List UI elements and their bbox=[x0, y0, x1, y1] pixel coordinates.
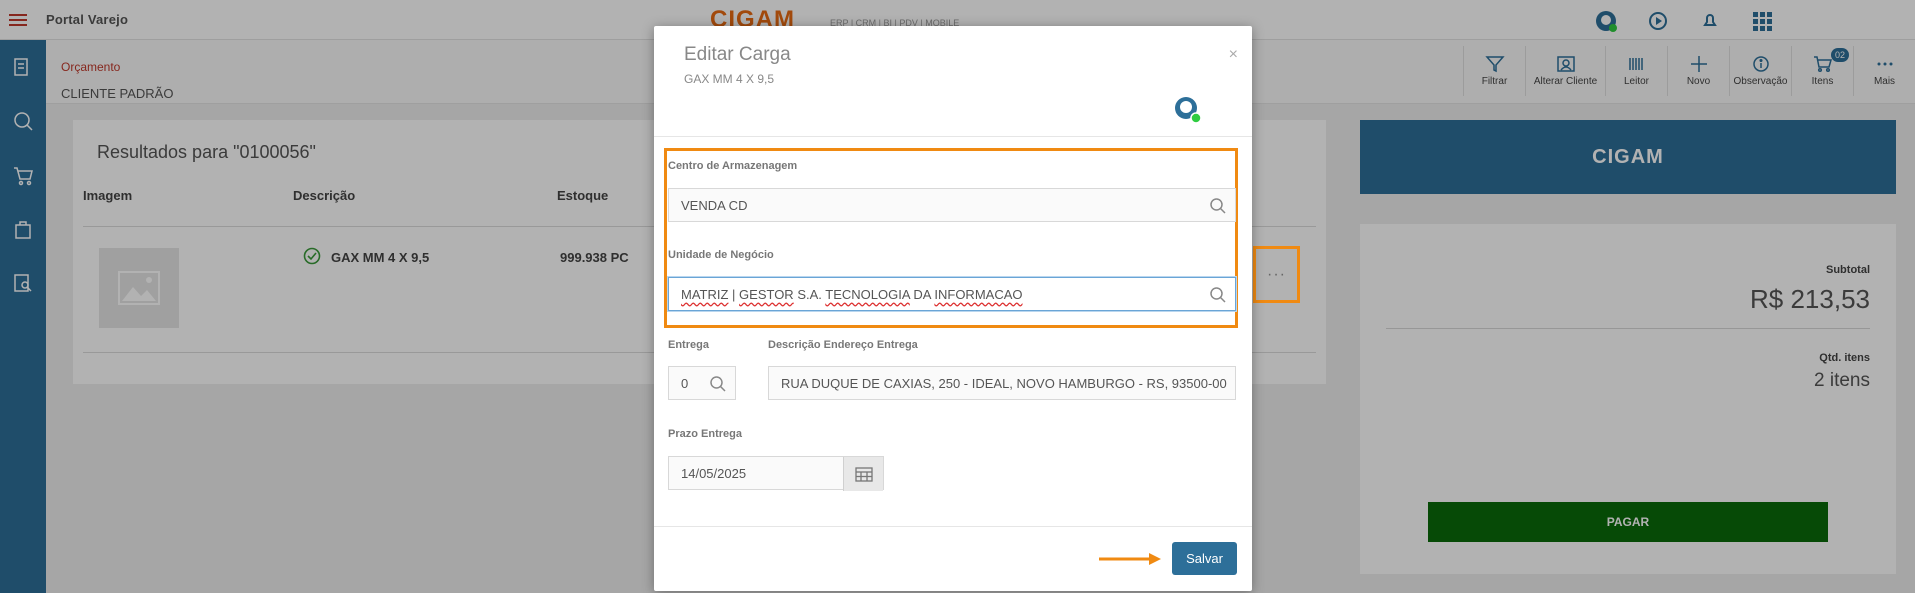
address-field[interactable]: RUA DUQUE DE CAXIAS, 250 - IDEAL, NOVO H… bbox=[768, 366, 1236, 400]
modal-title: Editar Carga bbox=[684, 44, 791, 65]
divider bbox=[654, 526, 1252, 527]
search-icon bbox=[710, 376, 726, 392]
divider bbox=[654, 136, 1252, 137]
warehouse-field[interactable]: VENDA CD bbox=[668, 188, 1236, 222]
delivery-field[interactable]: 0 bbox=[668, 366, 736, 400]
deadline-label: Prazo Entrega bbox=[668, 428, 742, 440]
business-unit-field[interactable]: MATRIZ | GESTOR S.A. TECNOLOGIA DA INFOR… bbox=[668, 277, 1236, 311]
deadline-date-field[interactable]: 14/05/2025 bbox=[668, 456, 884, 491]
arrow-annotation-icon bbox=[1099, 552, 1163, 571]
calendar-icon bbox=[854, 467, 873, 482]
save-button[interactable]: Salvar bbox=[1172, 542, 1237, 575]
address-label: Descrição Endereço Entrega bbox=[768, 339, 918, 351]
search-icon bbox=[1210, 198, 1226, 214]
delivery-label: Entrega bbox=[668, 339, 709, 351]
calendar-button[interactable] bbox=[843, 457, 883, 491]
modal-subtitle: GAX MM 4 X 9,5 bbox=[684, 72, 775, 86]
edit-load-modal: Editar Carga GAX MM 4 X 9,5 × Centro de … bbox=[654, 26, 1252, 591]
row-more-button[interactable]: ··· bbox=[1253, 246, 1300, 303]
warehouse-label: Centro de Armazenagem bbox=[668, 160, 798, 172]
support-avatar-icon bbox=[1172, 94, 1202, 129]
close-button[interactable]: × bbox=[1229, 46, 1238, 64]
search-icon bbox=[1210, 287, 1226, 303]
business-unit-label: Unidade de Negócio bbox=[668, 249, 774, 261]
